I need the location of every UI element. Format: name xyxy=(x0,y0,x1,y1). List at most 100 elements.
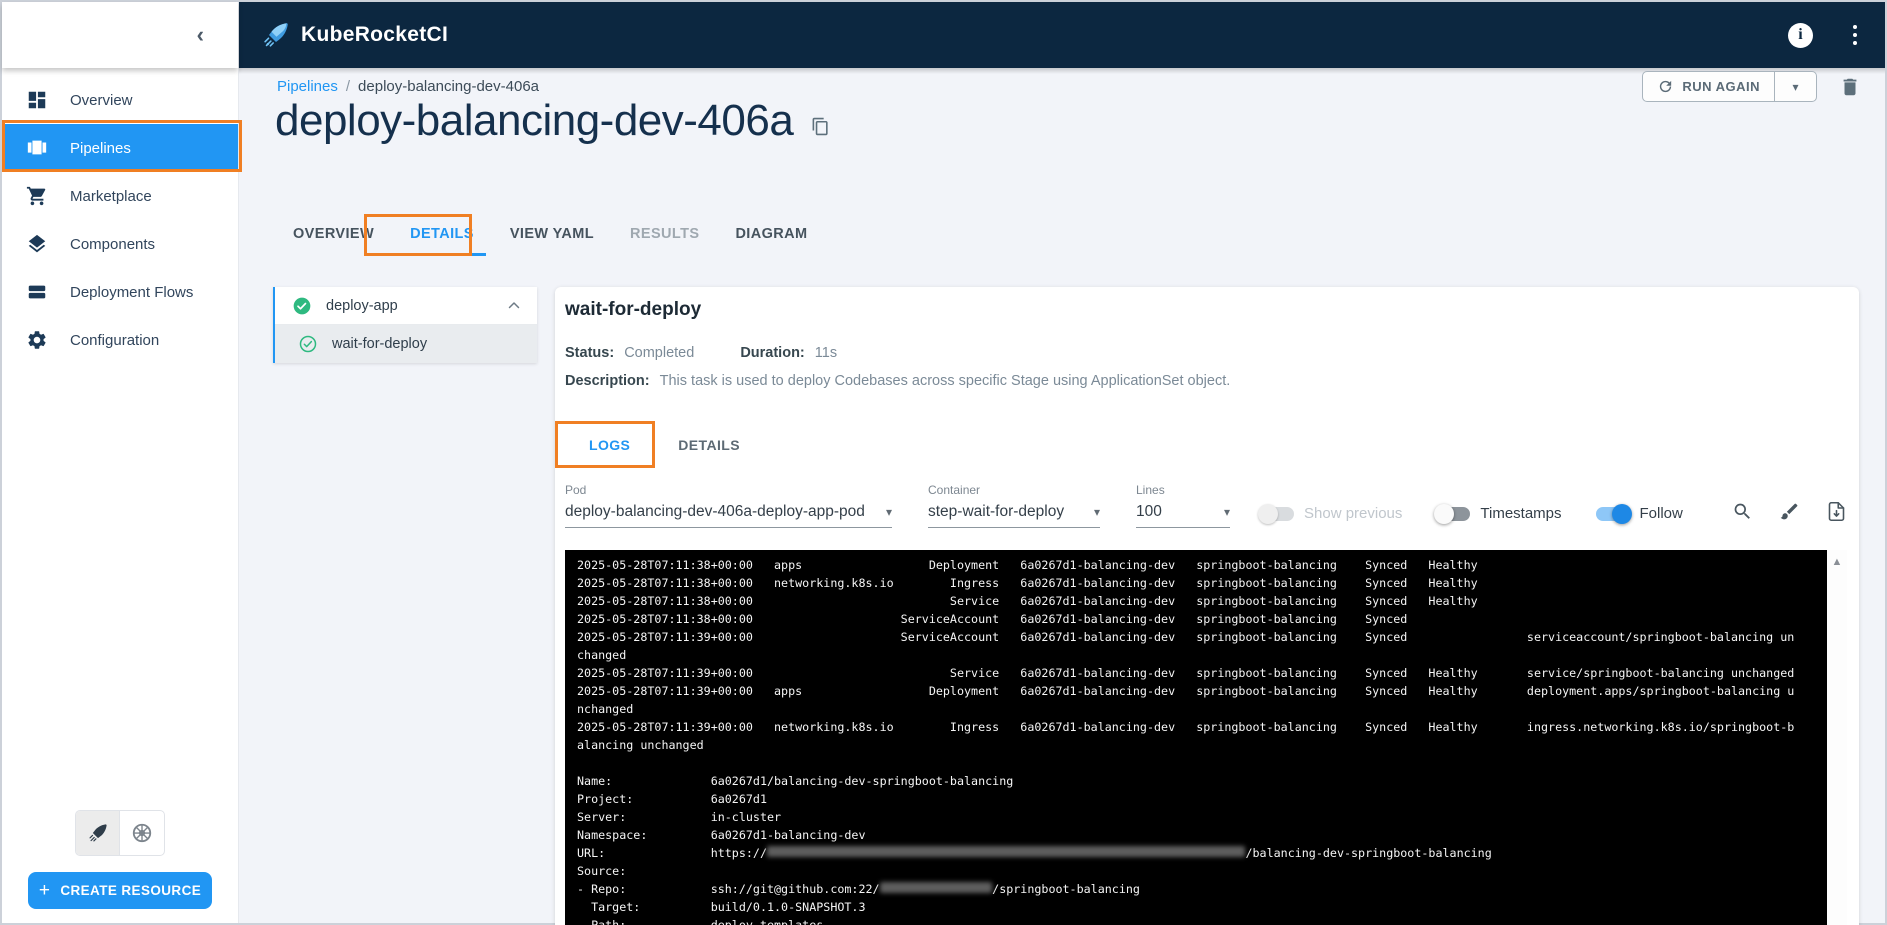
task-meta-row: Status: Completed Duration: 11s xyxy=(565,345,837,361)
search-icon[interactable] xyxy=(1732,501,1753,522)
timestamps-label: Timestamps xyxy=(1480,505,1561,522)
app-title: KubeRocketCI xyxy=(301,23,448,47)
chevron-up-icon[interactable] xyxy=(505,297,523,315)
follow-label: Follow xyxy=(1640,505,1683,522)
log-line: 2025-05-28T07:11:38+00:00 ServiceAccount… xyxy=(577,610,1815,628)
follow-toggle[interactable]: Follow xyxy=(1596,505,1683,522)
container-select-field: Container step-wait-for-deploy ▾ xyxy=(928,483,1100,528)
subtab-details[interactable]: DETAILS xyxy=(654,425,764,465)
trash-icon xyxy=(1839,76,1861,98)
breadcrumb-separator: / xyxy=(346,78,350,95)
refresh-icon xyxy=(1657,78,1674,95)
sidebar-item-components[interactable]: Components xyxy=(2,220,238,268)
task-group-label: deploy-app xyxy=(326,298,491,314)
plus-icon: + xyxy=(39,880,51,902)
lines-label: Lines xyxy=(1136,483,1230,497)
pipeline-tabs: OVERVIEW DETAILS VIEW YAML RESULTS DIAGR… xyxy=(275,212,826,256)
run-again-dropdown-button[interactable]: ▾ xyxy=(1774,72,1816,101)
clear-logs-broom-icon[interactable] xyxy=(1779,501,1800,522)
container-select-value: step-wait-for-deploy xyxy=(928,503,1064,521)
sidebar-item-configuration[interactable]: Configuration xyxy=(2,316,238,364)
lines-select-value: 100 xyxy=(1136,503,1162,521)
page-title-row: deploy-balancing-dev-406a xyxy=(275,96,830,146)
container-select[interactable]: step-wait-for-deploy ▾ xyxy=(928,503,1100,528)
log-line: nchanged xyxy=(577,700,1815,718)
sidebar-item-label: Pipelines xyxy=(70,140,131,157)
log-line: changed xyxy=(577,646,1815,664)
container-label: Container xyxy=(928,483,1100,497)
log-line: Source: xyxy=(577,862,1815,880)
download-logs-icon[interactable] xyxy=(1826,501,1847,522)
create-resource-label: CREATE RESOURCE xyxy=(60,883,201,898)
lines-select-field: Lines 100 ▾ xyxy=(1136,483,1230,528)
timestamps-toggle[interactable]: Timestamps xyxy=(1436,505,1561,522)
sidebar-footer: + CREATE RESOURCE xyxy=(2,810,238,923)
status-value: Completed xyxy=(624,345,694,361)
pod-select[interactable]: deploy-balancing-dev-406a-deploy-app-pod… xyxy=(565,503,892,528)
task-item-label: wait-for-deploy xyxy=(332,336,523,352)
log-line: Target: build/0.1.0-SNAPSHOT.3 xyxy=(577,898,1815,916)
check-circle-filled-icon xyxy=(292,296,312,316)
tab-overview[interactable]: OVERVIEW xyxy=(275,212,392,256)
log-line: 2025-05-28T07:11:39+00:00 Service 6a0267… xyxy=(577,664,1815,682)
sidebar-item-deployment-flows[interactable]: Deployment Flows xyxy=(2,268,238,316)
lines-select[interactable]: 100 ▾ xyxy=(1136,503,1230,528)
show-previous-toggle[interactable]: Show previous xyxy=(1260,505,1402,522)
log-line: - Repo: ssh://git@github.com:22//springb… xyxy=(577,880,1815,898)
log-line: Project: 6a0267d1 xyxy=(577,790,1815,808)
copy-icon[interactable] xyxy=(811,117,830,136)
info-icon[interactable]: i xyxy=(1788,23,1813,48)
kubernetes-view-toggle[interactable] xyxy=(120,811,164,855)
sidebar-item-label: Overview xyxy=(70,92,133,109)
task-item-wait-for-deploy[interactable]: wait-for-deploy xyxy=(275,325,537,363)
view-toggle-group xyxy=(75,810,165,856)
rocket-logo-icon xyxy=(261,20,291,50)
scroll-up-icon[interactable]: ▲ xyxy=(1832,556,1843,925)
layers-icon xyxy=(26,233,48,255)
task-description-row: Description: This task is used to deploy… xyxy=(565,373,1230,389)
top-header: KubeRocketCI i xyxy=(239,2,1885,68)
rocket-view-toggle[interactable] xyxy=(76,811,120,855)
sidebar-item-overview[interactable]: Overview xyxy=(2,76,238,124)
sidebar-collapse-icon[interactable]: ‹ xyxy=(197,24,204,46)
chevron-down-icon: ▾ xyxy=(1224,505,1230,519)
sidebar-item-label: Deployment Flows xyxy=(70,284,193,301)
sidebar-item-label: Components xyxy=(70,236,155,253)
log-line: Path: deploy-templates xyxy=(577,916,1815,925)
sidebar-item-pipelines[interactable]: Pipelines xyxy=(2,124,238,172)
log-line: 2025-05-28T07:11:38+00:00 networking.k8s… xyxy=(577,574,1815,592)
kebab-menu-icon[interactable] xyxy=(1847,21,1863,49)
tab-diagram[interactable]: DIAGRAM xyxy=(717,212,825,256)
log-line: 2025-05-28T07:11:39+00:00 networking.k8s… xyxy=(577,718,1815,736)
log-line: Namespace: 6a0267d1-balancing-dev xyxy=(577,826,1815,844)
log-line: 2025-05-28T07:11:38+00:00 apps Deploymen… xyxy=(577,556,1815,574)
dashboard-icon xyxy=(26,89,48,111)
log-line xyxy=(577,754,1815,772)
log-action-icons xyxy=(1732,501,1847,522)
delete-button[interactable] xyxy=(1839,76,1861,98)
tab-details[interactable]: DETAILS xyxy=(392,212,492,256)
tab-results[interactable]: RESULTS xyxy=(612,212,717,256)
log-controls: Pod deploy-balancing-dev-406a-deploy-app… xyxy=(565,483,1847,528)
sidebar-item-label: Configuration xyxy=(70,332,159,349)
run-again-button[interactable]: RUN AGAIN xyxy=(1643,72,1774,101)
task-group-deploy-app[interactable]: deploy-app xyxy=(275,287,537,325)
kubernetes-wheel-icon xyxy=(131,822,153,844)
create-resource-button[interactable]: + CREATE RESOURCE xyxy=(28,872,212,909)
sidebar-item-marketplace[interactable]: Marketplace xyxy=(2,172,238,220)
rocket-icon xyxy=(87,822,109,844)
pod-select-field: Pod deploy-balancing-dev-406a-deploy-app… xyxy=(565,483,892,528)
show-previous-label: Show previous xyxy=(1304,505,1402,522)
log-console[interactable]: 2025-05-28T07:11:38+00:00 apps Deploymen… xyxy=(565,550,1827,925)
app-window: KubeRocketCI i ‹ Overview Pipelines xyxy=(0,0,1887,925)
log-subtabs: LOGS DETAILS xyxy=(565,425,764,465)
subtab-logs[interactable]: LOGS xyxy=(565,425,654,465)
log-line: 2025-05-28T07:11:38+00:00 Service 6a0267… xyxy=(577,592,1815,610)
console-scrollbar[interactable]: ▲ xyxy=(1827,550,1847,925)
log-line: 2025-05-28T07:11:39+00:00 apps Deploymen… xyxy=(577,682,1815,700)
flows-icon xyxy=(26,281,48,303)
breadcrumb-pipelines-link[interactable]: Pipelines xyxy=(277,78,338,95)
app-logo[interactable]: KubeRocketCI xyxy=(261,20,448,50)
tab-view-yaml[interactable]: VIEW YAML xyxy=(492,212,612,256)
log-toggles: Show previous Timestamps Follow xyxy=(1260,505,1683,522)
